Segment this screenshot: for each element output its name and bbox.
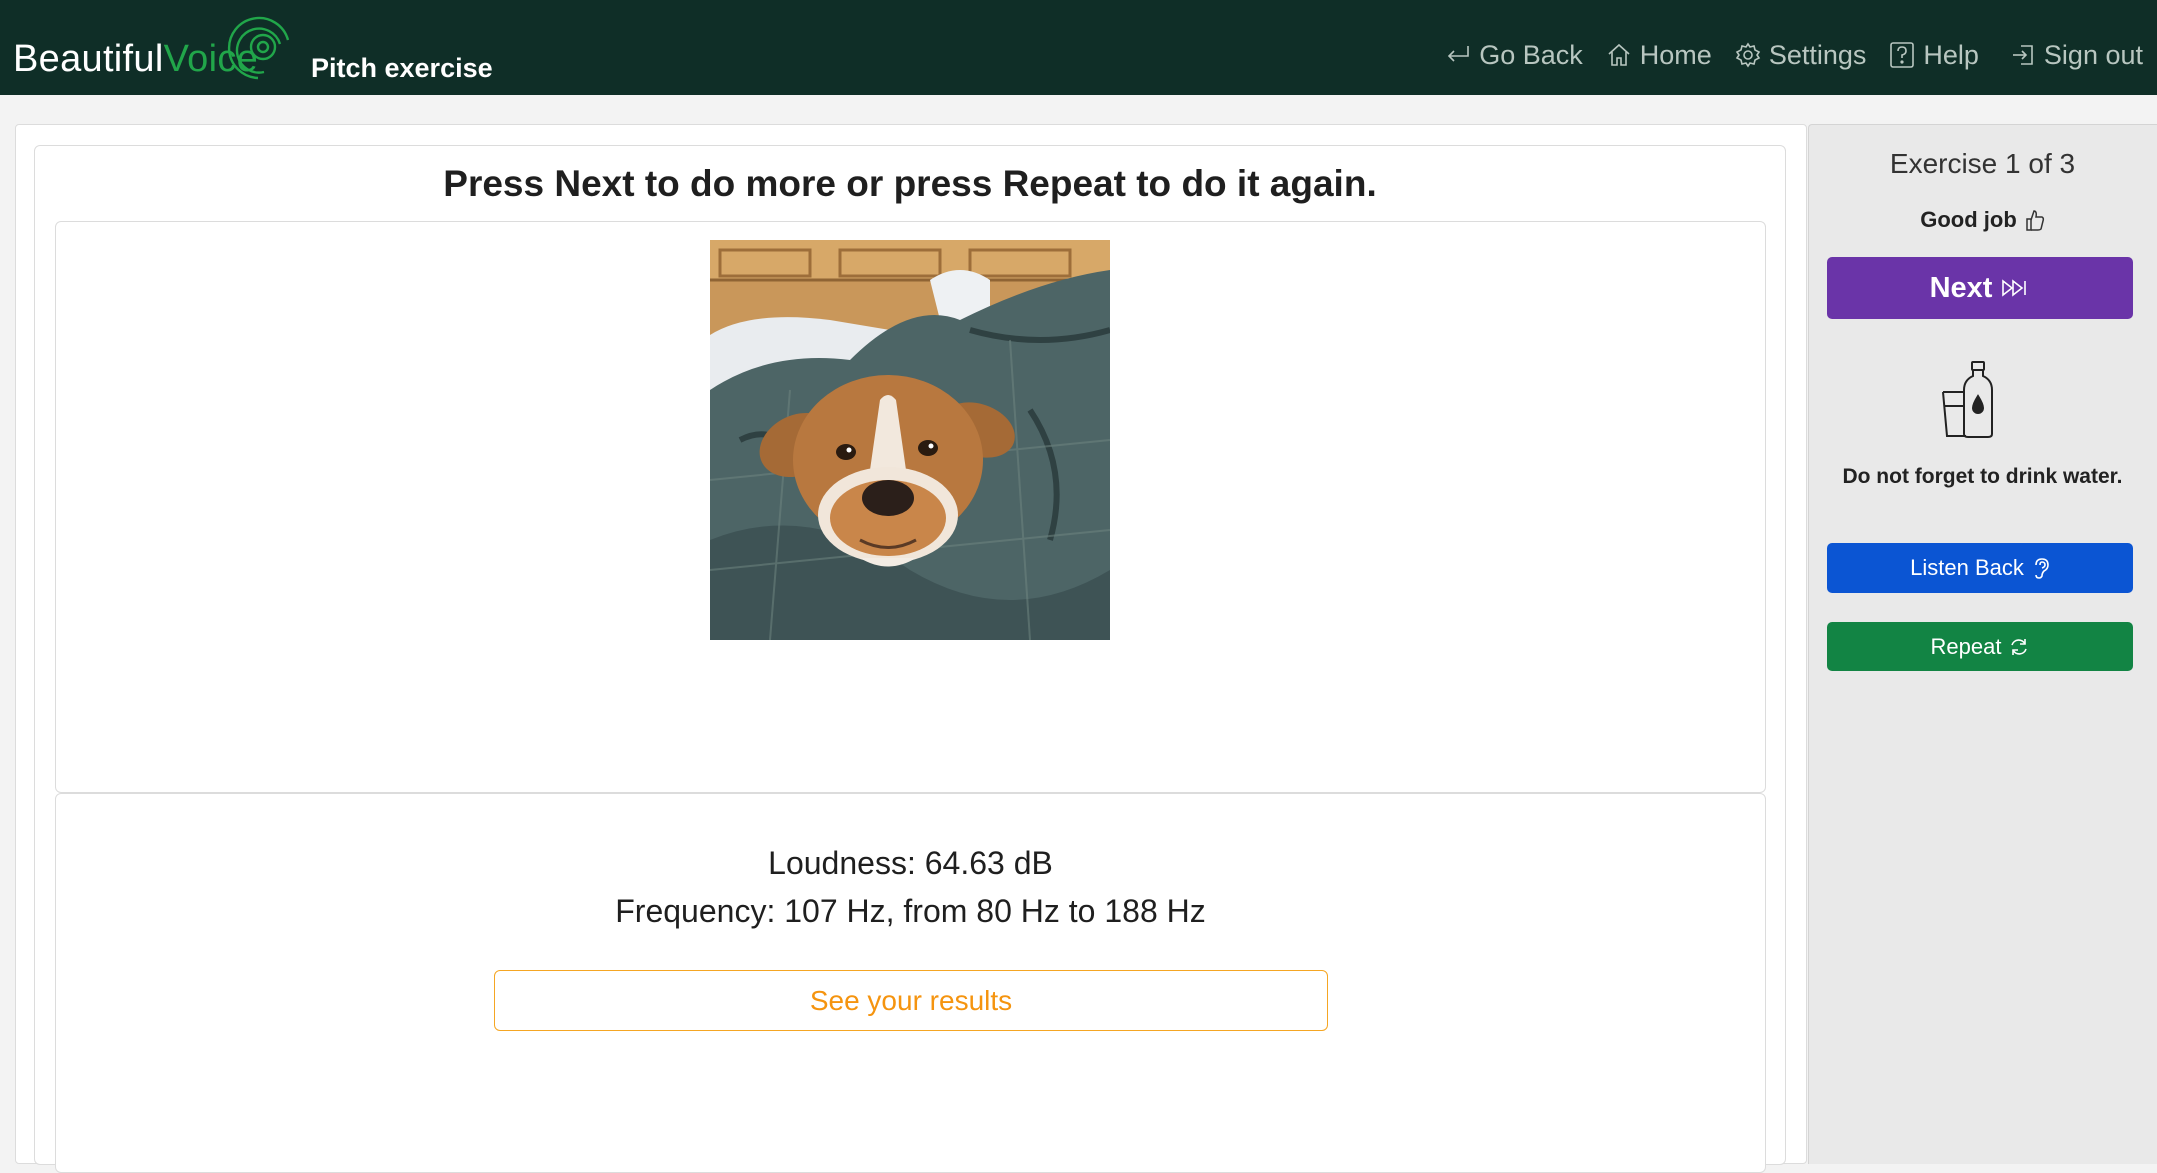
nav-home[interactable]: Home [1605, 40, 1712, 71]
top-navbar: BeautifulVoice Pitch exercise Go Back Ho… [0, 0, 2157, 95]
nav-help[interactable]: Help [1888, 40, 1979, 71]
nav-sign-out[interactable]: Sign out [2009, 40, 2143, 71]
repeat-button[interactable]: Repeat [1827, 622, 2133, 671]
home-icon [1608, 43, 1630, 66]
sign-out-icon [2012, 45, 2033, 65]
question-box-icon [1890, 42, 1915, 68]
fast-forward-end-icon [2002, 279, 2027, 297]
instruction-heading: Press Next to do more or press Repeat to… [443, 163, 1377, 204]
dog-under-blanket-photo [710, 240, 1110, 640]
page-title: Pitch exercise [311, 53, 493, 83]
return-arrow-icon [1448, 46, 1470, 62]
feedback-message: Good job [1808, 208, 2157, 232]
nav-settings-label: Settings [1768, 39, 1867, 70]
voice-rings-logo-icon [227, 16, 290, 80]
listen-back-button[interactable]: Listen Back [1827, 543, 2133, 593]
nav-sign-out-label: Sign out [2043, 39, 2143, 70]
nav-go-back[interactable]: Go Back [1444, 40, 1583, 71]
feedback-text: Good job [1920, 207, 2017, 232]
top-nav-menu: Go Back Home Settings Help Sign out [1444, 38, 2143, 72]
repeat-label: Repeat [1930, 633, 2002, 659]
ear-icon [2035, 558, 2049, 579]
nav-go-back-label: Go Back [1479, 39, 1583, 70]
nav-home-label: Home [1639, 39, 1712, 70]
see-results-button[interactable]: See your results [494, 970, 1328, 1031]
listen-back-label: Listen Back [1910, 555, 2024, 580]
frequency-readout: Frequency: 107 Hz, from 80 Hz to 188 Hz [615, 893, 1206, 929]
nav-settings[interactable]: Settings [1734, 39, 1867, 71]
nav-help-label: Help [1923, 39, 1979, 70]
water-reminder: Do not forget to drink water. [1842, 465, 2123, 488]
next-button-label: Next [1929, 271, 1993, 304]
refresh-icon [2011, 638, 2028, 655]
exercise-counter: Exercise 1 of 3 [1889, 148, 2076, 179]
brand-name-part1: Beautiful [13, 38, 164, 80]
water-bottle-glass-icon [1942, 361, 1993, 438]
next-button[interactable]: Next [1827, 257, 2133, 319]
thumbs-up-icon [2026, 210, 2044, 231]
gear-icon [1735, 42, 1760, 68]
loudness-readout: Loudness: 64.63 dB [768, 845, 1053, 881]
